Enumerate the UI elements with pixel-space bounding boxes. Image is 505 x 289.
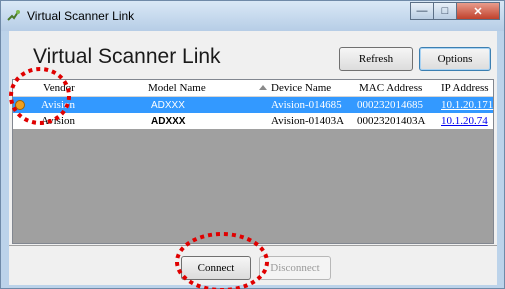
cell-mac: 00023201403A bbox=[357, 115, 426, 127]
minimize-button[interactable]: — bbox=[410, 2, 434, 20]
table-row[interactable]: Avision ADXXX Avision-014685 00023201468… bbox=[13, 97, 493, 113]
scanner-table: Vendor Model Name Device Name MAC Addres… bbox=[12, 79, 494, 244]
cell-vendor: Avision bbox=[41, 99, 76, 111]
scanner-link-icon bbox=[7, 10, 20, 21]
refresh-button[interactable]: Refresh bbox=[339, 47, 413, 71]
title-bar[interactable]: Virtual Scanner Link — □ ✕ bbox=[1, 1, 504, 31]
cell-model: ADXXX bbox=[151, 116, 186, 127]
options-button[interactable]: Options bbox=[419, 47, 491, 71]
divider bbox=[9, 245, 497, 246]
column-header-device-name[interactable]: Device Name bbox=[271, 82, 331, 94]
connect-button[interactable]: Connect bbox=[181, 256, 251, 280]
maximize-button[interactable]: □ bbox=[433, 2, 457, 20]
connected-status-icon bbox=[15, 100, 25, 110]
close-button[interactable]: ✕ bbox=[456, 2, 500, 20]
cell-device: Avision-01403A bbox=[271, 115, 345, 127]
column-header-mac-address[interactable]: MAC Address bbox=[359, 82, 422, 94]
disconnect-button: Disconnect bbox=[259, 256, 331, 280]
client-area: Virtual Scanner Link Refresh Options Ven… bbox=[9, 31, 497, 285]
window-title: Virtual Scanner Link bbox=[27, 9, 135, 23]
ip-address-link[interactable]: 10.1.20.171 bbox=[441, 99, 493, 111]
cell-device: Avision-014685 bbox=[271, 99, 342, 111]
app-window: Virtual Scanner Link — □ ✕ Virtual Scann… bbox=[0, 0, 505, 289]
sort-ascending-icon bbox=[259, 85, 267, 90]
cell-model: ADXXX bbox=[151, 100, 185, 111]
page-title: Virtual Scanner Link bbox=[33, 45, 221, 68]
column-header-model-name[interactable]: Model Name bbox=[148, 82, 206, 94]
cell-vendor: Avision bbox=[41, 115, 76, 127]
ip-address-link[interactable]: 10.1.20.74 bbox=[441, 115, 488, 127]
table-row[interactable]: Avision ADXXX Avision-01403A 00023201403… bbox=[13, 113, 493, 129]
cell-mac: 000232014685 bbox=[357, 99, 423, 111]
column-header-vendor[interactable]: Vendor bbox=[43, 82, 75, 94]
table-header: Vendor Model Name Device Name MAC Addres… bbox=[13, 80, 493, 97]
column-header-ip-address[interactable]: IP Address bbox=[441, 82, 489, 94]
